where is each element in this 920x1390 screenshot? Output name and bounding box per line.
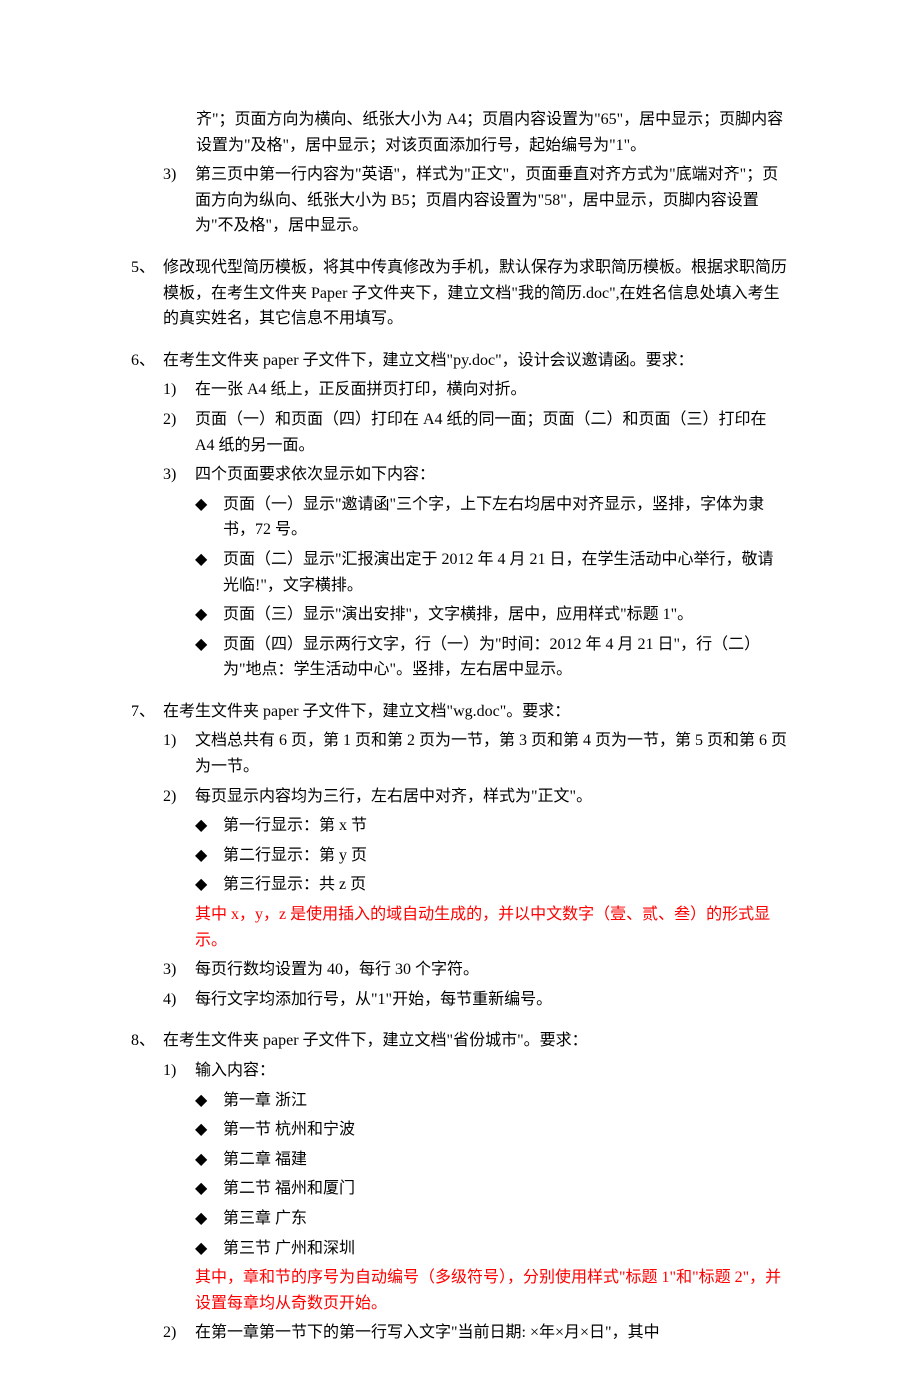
subitem-number: 1) xyxy=(163,377,195,403)
diamond-icon: ◆ xyxy=(195,1206,223,1232)
diamond-icon: ◆ xyxy=(195,632,223,658)
subitem-number: 2) xyxy=(163,784,195,810)
diamond-icon: ◆ xyxy=(195,1236,223,1262)
q6-subitem-2: 2) 页面（一）和页面（四）打印在 A4 纸的同一面；页面（二）和页面（三）打印… xyxy=(163,407,789,458)
diamond-icon: ◆ xyxy=(195,1147,223,1173)
q7-bullet-3: ◆ 第三行显示：共 z 页 xyxy=(195,872,789,898)
q4-subitem-continued: 齐"；页面方向为横向、纸张大小为 A4；页眉内容设置为"65"，居中显示；页脚内… xyxy=(131,107,789,158)
subitem-text: 在一张 A4 纸上，正反面拼页打印，横向对折。 xyxy=(195,377,789,403)
question-number: 5、 xyxy=(131,255,163,281)
subitem-number: 2) xyxy=(163,407,195,433)
diamond-icon: ◆ xyxy=(195,602,223,628)
bullet-text: 页面（一）显示"邀请函"三个字，上下左右均居中对齐显示，竖排，字体为隶书，72 … xyxy=(223,492,789,543)
subitem-text: 在第一章第一节下的第一行写入文字"当前日期: ×年×月×日"，其中 xyxy=(195,1320,789,1346)
question-number: 8、 xyxy=(131,1028,163,1054)
diamond-icon: ◆ xyxy=(195,1117,223,1143)
q6-bullet-3: ◆ 页面（三）显示"演出安排"，文字横排，居中，应用样式"标题 1"。 xyxy=(195,602,789,628)
diamond-icon: ◆ xyxy=(195,813,223,839)
note-text: 其中，章和节的序号为自动编号（多级符号），分别使用样式"标题 1"和"标题 2"… xyxy=(195,1265,789,1316)
q7-bullet-1: ◆ 第一行显示：第 x 节 xyxy=(195,813,789,839)
q7-red-note: 其中 x，y，z 是使用插入的域自动生成的，并以中文数字（壹、贰、叁）的形式显示… xyxy=(195,902,789,953)
q7-subitem-2: 2) 每页显示内容均为三行，左右居中对齐，样式为"正文"。 xyxy=(163,784,789,810)
subitem-number: 3) xyxy=(163,462,195,488)
bullet-text: 第三行显示：共 z 页 xyxy=(223,872,789,898)
bullet-text: 页面（四）显示两行文字，行（一）为"时间：2012 年 4 月 21 日"，行（… xyxy=(223,632,789,683)
question-number: 6、 xyxy=(131,348,163,374)
diamond-icon: ◆ xyxy=(195,1176,223,1202)
note-text: 其中 x，y，z 是使用插入的域自动生成的，并以中文数字（壹、贰、叁）的形式显示… xyxy=(195,902,789,953)
subitem-text: 页面（一）和页面（四）打印在 A4 纸的同一面；页面（二）和页面（三）打印在 A… xyxy=(195,407,789,458)
content-text: 齐"；页面方向为横向、纸张大小为 A4；页眉内容设置为"65"，居中显示；页脚内… xyxy=(196,111,783,154)
q4-subitem-3: 3) 第三页中第一行内容为"英语"，样式为"正文"，页面垂直对齐方式为"底端对齐… xyxy=(163,162,789,239)
q8-subitem-1: 1) 输入内容： xyxy=(163,1058,789,1084)
q7-bullet-2: ◆ 第二行显示：第 y 页 xyxy=(195,843,789,869)
subitem-text: 输入内容： xyxy=(195,1058,789,1084)
q8-bullet-4: ◆ 第二节 福州和厦门 xyxy=(195,1176,789,1202)
bullet-text: 第一章 浙江 xyxy=(223,1088,789,1114)
q6-subitem-1: 1) 在一张 A4 纸上，正反面拼页打印，横向对折。 xyxy=(163,377,789,403)
question-text: 在考生文件夹 paper 子文件下，建立文档"wg.doc"。要求： xyxy=(163,699,789,725)
q8-bullet-5: ◆ 第三章 广东 xyxy=(195,1206,789,1232)
subitem-number: 1) xyxy=(163,728,195,754)
q8-bullet-6: ◆ 第三节 广州和深圳 xyxy=(195,1236,789,1262)
q8-bullet-3: ◆ 第二章 福建 xyxy=(195,1147,789,1173)
q6-bullet-1: ◆ 页面（一）显示"邀请函"三个字，上下左右均居中对齐显示，竖排，字体为隶书，7… xyxy=(195,492,789,543)
question-5: 5、 修改现代型简历模板，将其中传真修改为手机，默认保存为求职简历模板。根据求职… xyxy=(131,255,789,332)
q8-red-note: 其中，章和节的序号为自动编号（多级符号），分别使用样式"标题 1"和"标题 2"… xyxy=(195,1265,789,1316)
bullet-text: 第一行显示：第 x 节 xyxy=(223,813,789,839)
diamond-icon: ◆ xyxy=(195,1088,223,1114)
question-text: 修改现代型简历模板，将其中传真修改为手机，默认保存为求职简历模板。根据求职简历模… xyxy=(163,255,789,332)
question-8: 8、 在考生文件夹 paper 子文件下，建立文档"省份城市"。要求： xyxy=(131,1028,789,1054)
question-7: 7、 在考生文件夹 paper 子文件下，建立文档"wg.doc"。要求： xyxy=(131,699,789,725)
subitem-text: 每行文字均添加行号，从"1"开始，每节重新编号。 xyxy=(195,987,789,1013)
q6-subitem-3: 3) 四个页面要求依次显示如下内容： xyxy=(163,462,789,488)
subitem-text: 每页显示内容均为三行，左右居中对齐，样式为"正文"。 xyxy=(195,784,789,810)
bullet-text: 第一节 杭州和宁波 xyxy=(223,1117,789,1143)
subitem-number: 2) xyxy=(163,1320,195,1346)
q8-subitem-2: 2) 在第一章第一节下的第一行写入文字"当前日期: ×年×月×日"，其中 xyxy=(163,1320,789,1346)
bullet-text: 第三章 广东 xyxy=(223,1206,789,1232)
subitem-number: 3) xyxy=(163,957,195,983)
bullet-text: 第二章 福建 xyxy=(223,1147,789,1173)
diamond-icon: ◆ xyxy=(195,872,223,898)
subitem-number: 3) xyxy=(163,162,195,188)
q6-bullet-4: ◆ 页面（四）显示两行文字，行（一）为"时间：2012 年 4 月 21 日"，… xyxy=(195,632,789,683)
subitem-number: 1) xyxy=(163,1058,195,1084)
bullet-text: 第二节 福州和厦门 xyxy=(223,1176,789,1202)
subitem-text: 四个页面要求依次显示如下内容： xyxy=(195,462,789,488)
bullet-text: 页面（三）显示"演出安排"，文字横排，居中，应用样式"标题 1"。 xyxy=(223,602,789,628)
subitem-text: 文档总共有 6 页，第 1 页和第 2 页为一节，第 3 页和第 4 页为一节，… xyxy=(195,728,789,779)
question-number: 7、 xyxy=(131,699,163,725)
q8-bullet-2: ◆ 第一节 杭州和宁波 xyxy=(195,1117,789,1143)
q6-bullet-2: ◆ 页面（二）显示"汇报演出定于 2012 年 4 月 21 日，在学生活动中心… xyxy=(195,547,789,598)
q7-subitem-3: 3) 每页行数均设置为 40，每行 30 个字符。 xyxy=(163,957,789,983)
question-6: 6、 在考生文件夹 paper 子文件下，建立文档"py.doc"，设计会议邀请… xyxy=(131,348,789,374)
q7-subitem-4: 4) 每行文字均添加行号，从"1"开始，每节重新编号。 xyxy=(163,987,789,1013)
bullet-text: 页面（二）显示"汇报演出定于 2012 年 4 月 21 日，在学生活动中心举行… xyxy=(223,547,789,598)
subitem-number: 4) xyxy=(163,987,195,1013)
bullet-text: 第三节 广州和深圳 xyxy=(223,1236,789,1262)
diamond-icon: ◆ xyxy=(195,843,223,869)
diamond-icon: ◆ xyxy=(195,492,223,518)
bullet-text: 第二行显示：第 y 页 xyxy=(223,843,789,869)
question-text: 在考生文件夹 paper 子文件下，建立文档"省份城市"。要求： xyxy=(163,1028,789,1054)
subitem-text: 第三页中第一行内容为"英语"，样式为"正文"，页面垂直对齐方式为"底端对齐"；页… xyxy=(195,162,789,239)
diamond-icon: ◆ xyxy=(195,547,223,573)
subitem-text: 每页行数均设置为 40，每行 30 个字符。 xyxy=(195,957,789,983)
q7-subitem-1: 1) 文档总共有 6 页，第 1 页和第 2 页为一节，第 3 页和第 4 页为… xyxy=(163,728,789,779)
q8-bullet-1: ◆ 第一章 浙江 xyxy=(195,1088,789,1114)
question-text: 在考生文件夹 paper 子文件下，建立文档"py.doc"，设计会议邀请函。要… xyxy=(163,348,789,374)
